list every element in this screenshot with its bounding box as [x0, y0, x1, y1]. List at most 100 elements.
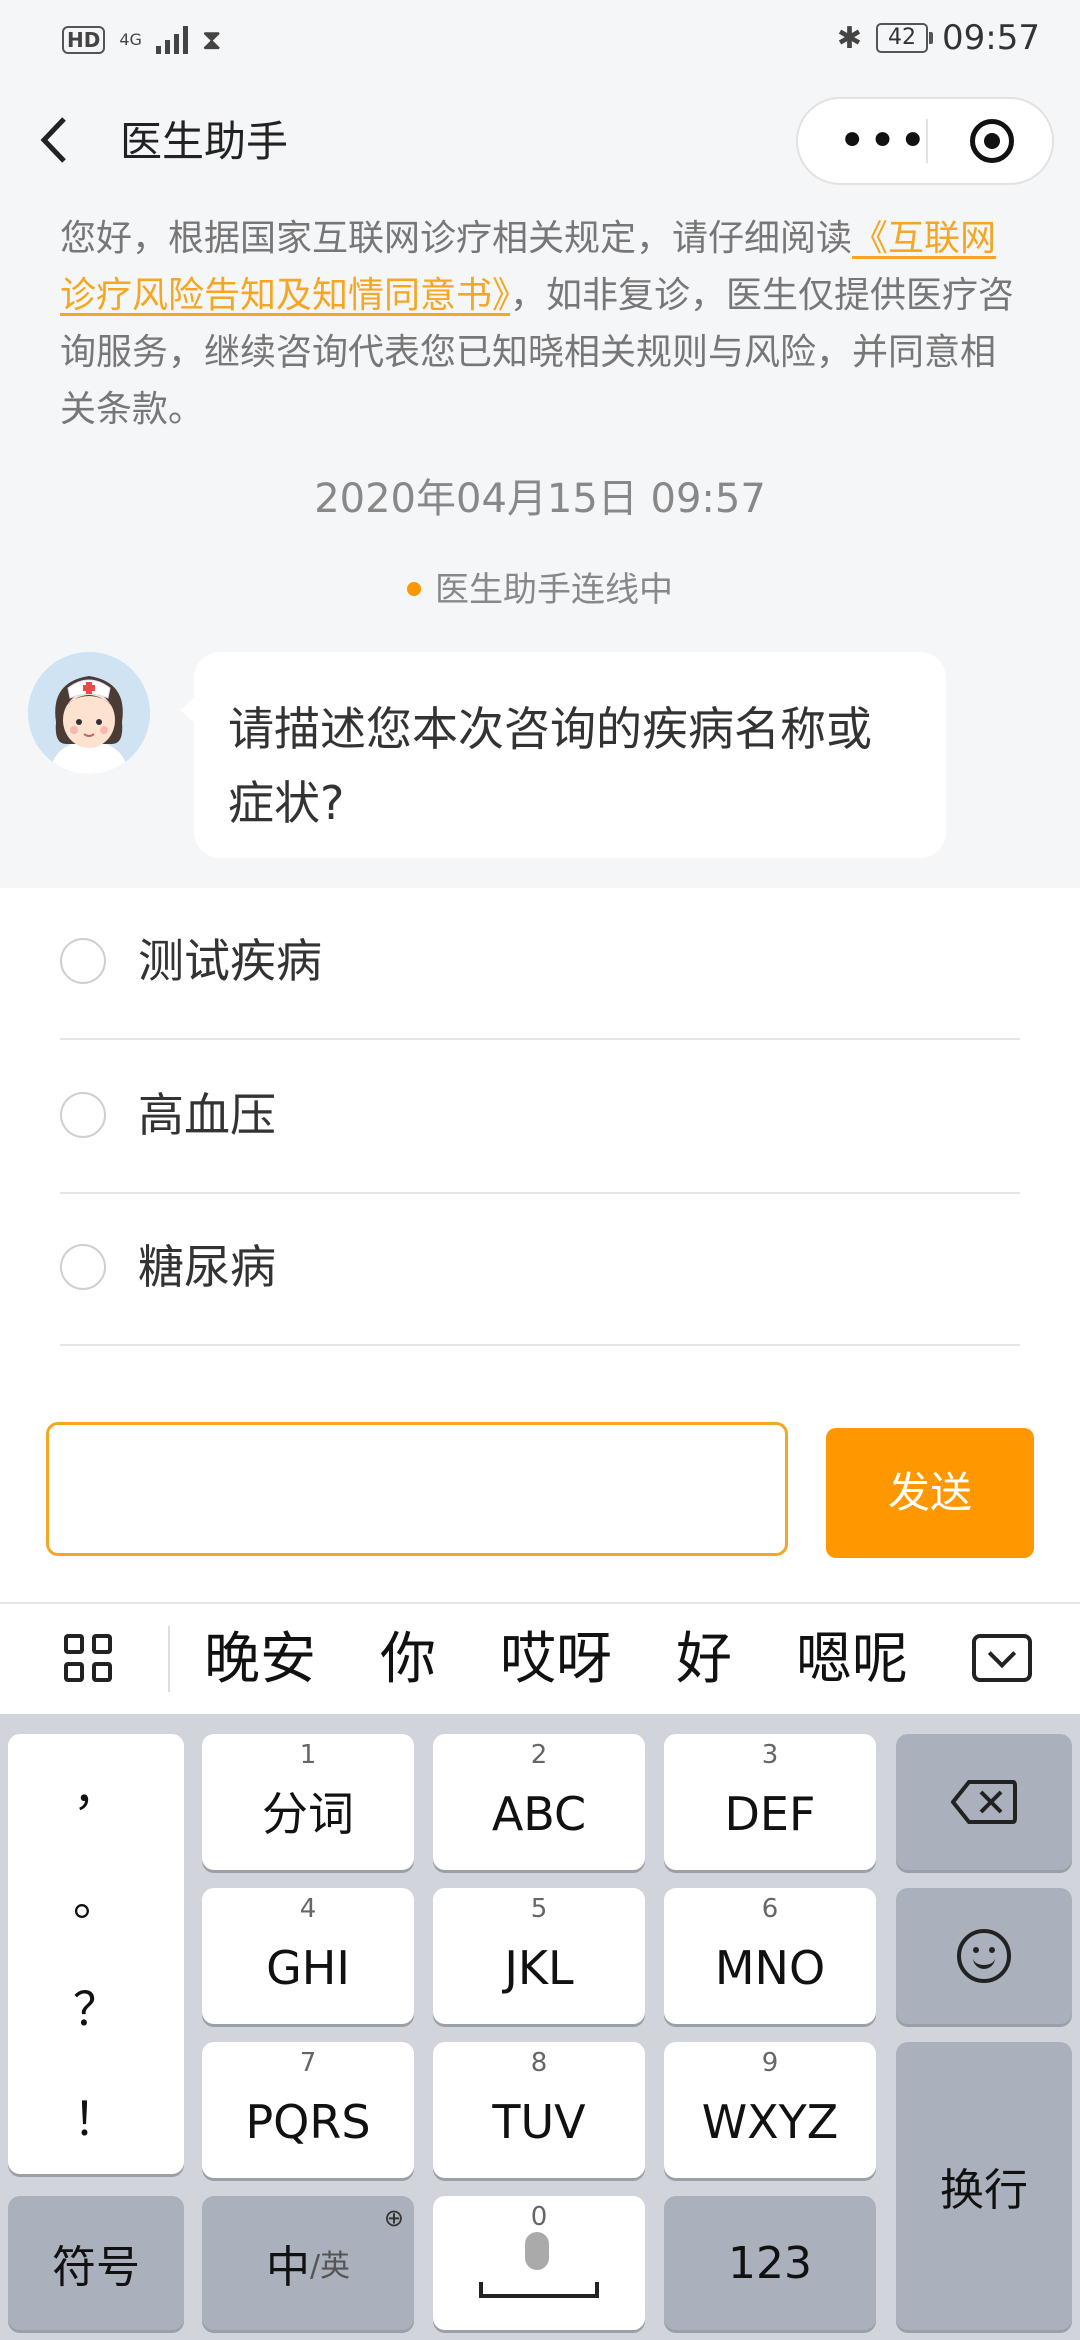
- candidate-word[interactable]: 你: [380, 1627, 436, 1692]
- message-timestamp: 2020年04月15日 09:57: [314, 476, 766, 522]
- punct-key[interactable]: ！: [8, 2064, 184, 2174]
- consent-notice: 您好，根据国家互联网诊疗相关规定，请仔细阅读《互联网诊疗风险告知及知情同意书》，…: [60, 210, 1020, 438]
- radio-icon[interactable]: [60, 938, 106, 984]
- key-7[interactable]: 7 PQRS: [202, 2042, 414, 2178]
- key-9[interactable]: 9 WXYZ: [664, 2042, 876, 2178]
- avatar: [28, 652, 150, 774]
- more-icon: •••: [838, 113, 929, 169]
- option-item-hypertension[interactable]: 高血压: [60, 1042, 1020, 1194]
- language-switch-key[interactable]: ⊕ 中/英: [202, 2196, 414, 2330]
- miniapp-capsule: •••: [796, 97, 1054, 185]
- more-button[interactable]: •••: [838, 101, 928, 181]
- key-label: GHI: [266, 1941, 350, 1995]
- option-label: 高血压: [138, 1088, 276, 1142]
- enter-label: 换行: [940, 2165, 1028, 2216]
- candidate-word[interactable]: 好: [676, 1627, 732, 1692]
- key-number: 9: [761, 2048, 779, 2078]
- bluetooth-icon: ✱: [836, 20, 863, 56]
- key-label: JKL: [504, 1941, 574, 1995]
- collapse-keyboard-icon[interactable]: [972, 1634, 1032, 1682]
- punct-key[interactable]: ，: [8, 1734, 184, 1844]
- key-label: MNO: [714, 1941, 826, 1995]
- key-number: 1: [299, 1740, 317, 1770]
- network-type: 4G: [119, 30, 142, 49]
- key-number: 3: [761, 1740, 779, 1770]
- enter-key[interactable]: 换行: [896, 2042, 1072, 2330]
- backspace-key[interactable]: [896, 1734, 1072, 1870]
- ime-candidate-bar: 晚安你哎呀好嗯呢: [0, 1602, 1080, 1714]
- clock: 09:57: [942, 18, 1040, 58]
- microphone-icon: [525, 2232, 549, 2270]
- punct-key[interactable]: 。: [8, 1844, 184, 1954]
- close-button[interactable]: [970, 119, 1014, 163]
- key-6[interactable]: 6 MNO: [664, 1888, 876, 2024]
- nav-header: 医生助手 •••: [0, 75, 1080, 205]
- key-label: DEF: [724, 1787, 816, 1841]
- key-2[interactable]: 2 ABC: [433, 1734, 645, 1870]
- status-right: ✱ 42 09:57: [837, 18, 1040, 58]
- space-icon: [479, 2282, 599, 2298]
- key-label: 分词: [262, 1787, 354, 1841]
- option-item-diabetes[interactable]: 糖尿病: [60, 1194, 1020, 1346]
- key-number: 5: [530, 1894, 548, 1924]
- option-item-test[interactable]: 测试疾病: [60, 888, 1020, 1040]
- option-label: 测试疾病: [138, 934, 322, 988]
- message-input[interactable]: [46, 1422, 788, 1556]
- key-number: 6: [761, 1894, 779, 1924]
- notice-text-start: 您好，根据国家互联网诊疗相关规定，请仔细阅读: [60, 218, 853, 259]
- battery-icon: 42: [876, 23, 934, 53]
- numbers-label: 123: [728, 2237, 812, 2289]
- connection-status: 医生助手连线中: [0, 562, 1080, 611]
- key-number: 2: [530, 1740, 548, 1770]
- key-3[interactable]: 3 DEF: [664, 1734, 876, 1870]
- key-8[interactable]: 8 TUV: [433, 2042, 645, 2178]
- signal-icon: [155, 26, 188, 54]
- punctuation-column[interactable]: ， 。 ？ ！: [8, 1734, 184, 2174]
- candidate-divider: [168, 1626, 170, 1692]
- hd-badge: HD: [62, 26, 106, 54]
- assistant-message-bubble: 请描述您本次咨询的疾病名称或症状?: [180, 652, 946, 858]
- lang-sub: /英: [309, 2249, 351, 2284]
- chevron-left-icon: [40, 117, 66, 163]
- candidate-word[interactable]: 哎呀: [500, 1627, 612, 1692]
- smiley-icon: [957, 1929, 1011, 1983]
- page-title: 医生助手: [120, 117, 289, 166]
- nurse-avatar-icon: [28, 652, 150, 774]
- candidate-word[interactable]: 晚安: [204, 1627, 316, 1692]
- radio-icon[interactable]: [60, 1092, 106, 1138]
- send-button[interactable]: 发送: [826, 1428, 1034, 1558]
- backspace-wrap: [896, 1734, 1072, 1870]
- language-label: 中/英: [202, 2196, 414, 2330]
- key-label: WXYZ: [701, 2095, 839, 2149]
- key-number: 7: [299, 2048, 317, 2078]
- candidate-list: 晚安你哎呀好嗯呢: [204, 1622, 914, 1698]
- numbers-key[interactable]: 123: [664, 2196, 876, 2330]
- backspace-icon: [951, 1780, 1017, 1824]
- key-5[interactable]: 5 JKL: [433, 1888, 645, 2024]
- key-number: 4: [299, 1894, 317, 1924]
- key-1[interactable]: 1 分词: [202, 1734, 414, 1870]
- back-button[interactable]: [38, 115, 68, 174]
- connection-status-text: 医生助手连线中: [435, 570, 673, 610]
- candidate-word[interactable]: 嗯呢: [796, 1627, 908, 1692]
- symbols-label: 符号: [52, 2242, 140, 2293]
- status-left: HD 4G ⧗: [62, 20, 222, 60]
- key-number: 8: [530, 2048, 548, 2078]
- key-label: TUV: [492, 2095, 586, 2149]
- space-key[interactable]: 0: [433, 2196, 645, 2330]
- key-label: ABC: [491, 1787, 587, 1841]
- punct-key[interactable]: ？: [8, 1954, 184, 2064]
- key-label: PQRS: [245, 2095, 371, 2149]
- capsule-divider: [926, 119, 928, 163]
- status-bar: HD 4G ⧗ ✱ 42 09:57: [0, 0, 1080, 75]
- status-dot-icon: [407, 581, 421, 596]
- hourglass-icon: ⧗: [201, 23, 222, 56]
- symbols-key[interactable]: 符号: [8, 2196, 184, 2330]
- grid-menu-icon[interactable]: [64, 1634, 116, 1686]
- lang-main: 中: [265, 2242, 310, 2293]
- key-4[interactable]: 4 GHI: [202, 1888, 414, 2024]
- emoji-key[interactable]: [896, 1888, 1072, 2024]
- key-number: 0: [530, 2202, 548, 2232]
- radio-icon[interactable]: [60, 1244, 106, 1290]
- option-label: 糖尿病: [138, 1240, 276, 1294]
